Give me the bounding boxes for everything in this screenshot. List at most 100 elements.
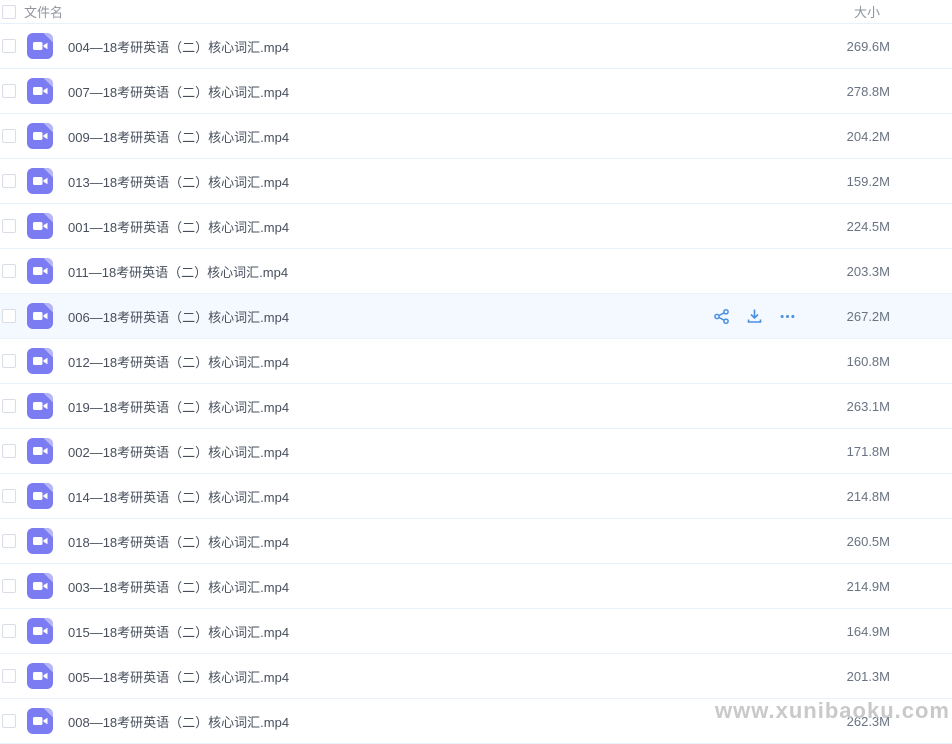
file-name[interactable]: 008—18考研英语（二）核心词汇.mp4 (68, 712, 289, 731)
video-camera-icon (27, 708, 53, 734)
file-row[interactable]: 008—18考研英语（二）核心词汇.mp4 (0, 699, 952, 744)
file-row[interactable]: 009—18考研英语（二）核心词汇.mp4 (0, 114, 952, 159)
video-camera-icon (27, 213, 53, 239)
select-all-checkbox[interactable] (2, 5, 16, 19)
row-checkbox[interactable] (2, 39, 16, 53)
video-file-icon (27, 618, 53, 644)
file-row[interactable]: 005—18考研英语（二）核心词汇.mp4 (0, 654, 952, 699)
file-list: 004—18考研英语（二）核心词汇.mp4 (0, 24, 952, 744)
row-actions (713, 308, 796, 325)
file-size: 263.1M (810, 399, 890, 414)
file-size: 262.3M (810, 714, 890, 729)
video-camera-icon (27, 483, 53, 509)
file-size: 160.8M (810, 354, 890, 369)
video-camera-icon (27, 168, 53, 194)
file-row[interactable]: 004—18考研英语（二）核心词汇.mp4 (0, 24, 952, 69)
file-name[interactable]: 015—18考研英语（二）核心词汇.mp4 (68, 622, 289, 641)
file-size: 214.9M (810, 579, 890, 594)
video-file-icon (27, 123, 53, 149)
video-file-icon (27, 708, 53, 734)
row-checkbox[interactable] (2, 129, 16, 143)
file-size: 224.5M (810, 219, 890, 234)
video-camera-icon (27, 663, 53, 689)
video-camera-icon (27, 618, 53, 644)
file-row[interactable]: 018—18考研英语（二）核心词汇.mp4 (0, 519, 952, 564)
row-checkbox[interactable] (2, 624, 16, 638)
video-file-icon (27, 78, 53, 104)
file-row[interactable]: 014—18考研英语（二）核心词汇.mp4 (0, 474, 952, 519)
video-file-icon (27, 483, 53, 509)
file-size: 159.2M (810, 174, 890, 189)
file-size: 269.6M (810, 39, 890, 54)
file-name[interactable]: 014—18考研英语（二）核心词汇.mp4 (68, 487, 289, 506)
video-camera-icon (27, 573, 53, 599)
row-checkbox[interactable] (2, 669, 16, 683)
video-file-icon (27, 438, 53, 464)
file-name[interactable]: 001—18考研英语（二）核心词汇.mp4 (68, 217, 289, 236)
file-size: 214.8M (810, 489, 890, 504)
row-checkbox[interactable] (2, 399, 16, 413)
file-name[interactable]: 012—18考研英语（二）核心词汇.mp4 (68, 352, 289, 371)
video-file-icon (27, 258, 53, 284)
file-name[interactable]: 004—18考研英语（二）核心词汇.mp4 (68, 37, 289, 56)
video-file-icon (27, 393, 53, 419)
video-camera-icon (27, 348, 53, 374)
video-camera-icon (27, 78, 53, 104)
file-name[interactable]: 006—18考研英语（二）核心词汇.mp4 (68, 307, 289, 326)
row-checkbox[interactable] (2, 264, 16, 278)
row-checkbox[interactable] (2, 534, 16, 548)
video-file-icon (27, 168, 53, 194)
list-header: 文件名 大小 (0, 0, 952, 24)
row-checkbox[interactable] (2, 489, 16, 503)
row-checkbox[interactable] (2, 579, 16, 593)
video-file-icon (27, 348, 53, 374)
video-file-icon (27, 33, 53, 59)
video-camera-icon (27, 258, 53, 284)
share-icon[interactable] (713, 308, 730, 325)
file-row[interactable]: 011—18考研英语（二）核心词汇.mp4 (0, 249, 952, 294)
file-size: 201.3M (810, 669, 890, 684)
file-size: 278.8M (810, 84, 890, 99)
video-camera-icon (27, 33, 53, 59)
row-checkbox[interactable] (2, 309, 16, 323)
file-name[interactable]: 019—18考研英语（二）核心词汇.mp4 (68, 397, 289, 416)
video-file-icon (27, 303, 53, 329)
video-file-icon (27, 573, 53, 599)
row-checkbox[interactable] (2, 219, 16, 233)
video-file-icon (27, 663, 53, 689)
row-checkbox[interactable] (2, 174, 16, 188)
video-camera-icon (27, 528, 53, 554)
video-camera-icon (27, 438, 53, 464)
file-row[interactable]: 001—18考研英语（二）核心词汇.mp4 (0, 204, 952, 249)
file-name[interactable]: 002—18考研英语（二）核心词汇.mp4 (68, 442, 289, 461)
video-camera-icon (27, 123, 53, 149)
file-name[interactable]: 013—18考研英语（二）核心词汇.mp4 (68, 172, 289, 191)
file-name[interactable]: 003—18考研英语（二）核心词汇.mp4 (68, 577, 289, 596)
row-checkbox[interactable] (2, 444, 16, 458)
file-row[interactable]: 019—18考研英语（二）核心词汇.mp4 (0, 384, 952, 429)
download-icon[interactable] (746, 308, 763, 325)
file-row[interactable]: 003—18考研英语（二）核心词汇.mp4 (0, 564, 952, 609)
file-name[interactable]: 009—18考研英语（二）核心词汇.mp4 (68, 127, 289, 146)
file-name[interactable]: 007—18考研英语（二）核心词汇.mp4 (68, 82, 289, 101)
video-file-icon (27, 213, 53, 239)
file-row[interactable]: 006—18考研英语（二）核心词汇.mp4 (0, 294, 952, 339)
video-camera-icon (27, 303, 53, 329)
file-row[interactable]: 015—18考研英语（二）核心词汇.mp4 (0, 609, 952, 654)
file-name[interactable]: 005—18考研英语（二）核心词汇.mp4 (68, 667, 289, 686)
file-row[interactable]: 012—18考研英语（二）核心词汇.mp4 (0, 339, 952, 384)
file-name[interactable]: 018—18考研英语（二）核心词汇.mp4 (68, 532, 289, 551)
file-size: 203.3M (810, 264, 890, 279)
column-header-size: 大小 (854, 2, 880, 21)
file-size: 260.5M (810, 534, 890, 549)
file-name[interactable]: 011—18考研英语（二）核心词汇.mp4 (68, 262, 288, 281)
more-icon[interactable] (779, 308, 796, 325)
file-row[interactable]: 002—18考研英语（二）核心词汇.mp4 (0, 429, 952, 474)
row-checkbox[interactable] (2, 354, 16, 368)
file-row[interactable]: 007—18考研英语（二）核心词汇.mp4 (0, 69, 952, 114)
file-row[interactable]: 013—18考研英语（二）核心词汇.mp4 (0, 159, 952, 204)
column-header-filename: 文件名 (24, 2, 63, 21)
row-checkbox[interactable] (2, 84, 16, 98)
video-file-icon (27, 528, 53, 554)
file-size: 267.2M (810, 309, 890, 324)
